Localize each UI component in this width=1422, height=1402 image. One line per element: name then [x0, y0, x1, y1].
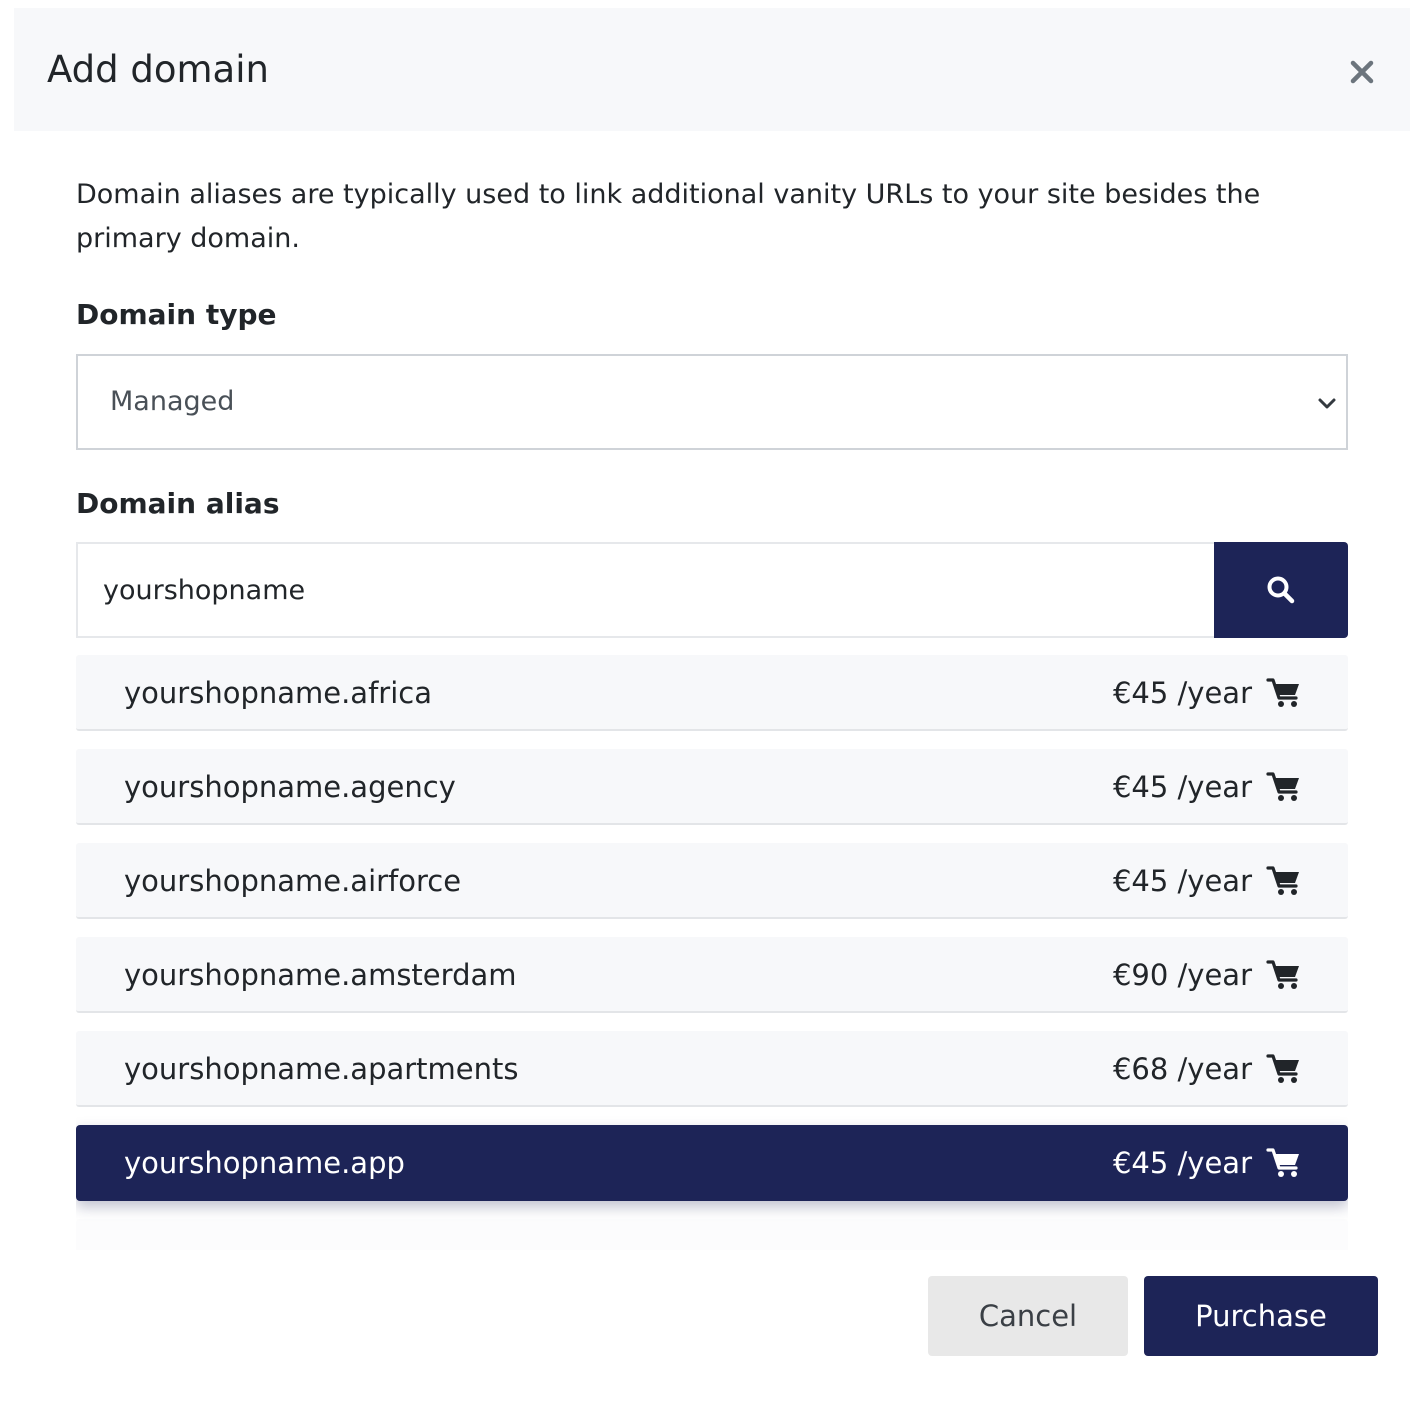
chevron-down-icon: [1318, 398, 1336, 409]
domain-result-name: yourshopname.airforce: [124, 864, 462, 898]
modal-header: Add domain: [14, 8, 1410, 131]
domain-result-price: €45 /year: [1112, 864, 1252, 898]
domain-result-row[interactable]: yourshopname.agency €45 /year: [76, 749, 1348, 825]
search-icon: [1267, 576, 1295, 604]
close-button[interactable]: [1344, 48, 1380, 88]
add-domain-modal: Add domain Domain aliases are typically …: [14, 8, 1410, 1398]
shopping-cart-icon[interactable]: [1266, 865, 1302, 897]
purchase-button[interactable]: Purchase: [1144, 1276, 1378, 1356]
domain-result-price: €45 /year: [1112, 1146, 1252, 1180]
shopping-cart-icon[interactable]: [1266, 771, 1302, 803]
domain-result-row[interactable]: yourshopname.apartments €68 /year: [76, 1031, 1348, 1107]
domain-result-name: yourshopname.apartments: [124, 1052, 519, 1086]
domain-result-name: yourshopname.app: [124, 1146, 405, 1180]
domain-result-price: €90 /year: [1112, 958, 1252, 992]
domain-result-row[interactable]: yourshopname.airforce €45 /year: [76, 843, 1348, 919]
domain-result-price: €45 /year: [1112, 676, 1252, 710]
domain-type-label: Domain type: [76, 298, 277, 331]
modal-title: Add domain: [47, 48, 269, 91]
domain-results-list: yourshopname.africa €45 /year yourshopname…: [76, 655, 1348, 1250]
domain-result-name: yourshopname.agency: [124, 770, 456, 804]
close-icon: [1350, 60, 1374, 83]
domain-result-row[interactable]: yourshopname.app €45 /year: [76, 1125, 1348, 1201]
domain-result-row-partial: [76, 1219, 1348, 1250]
domain-result-name: yourshopname.africa: [124, 676, 432, 710]
domain-result-row[interactable]: yourshopname.africa €45 /year: [76, 655, 1348, 731]
shopping-cart-icon[interactable]: [1266, 677, 1302, 709]
domain-result-price: €68 /year: [1112, 1052, 1252, 1086]
modal-description: Domain aliases are typically used to lin…: [76, 179, 1261, 254]
domain-alias-label: Domain alias: [76, 487, 280, 520]
shopping-cart-icon[interactable]: [1266, 1147, 1302, 1179]
shopping-cart-icon[interactable]: [1266, 1053, 1302, 1085]
domain-type-select[interactable]: Managed: [76, 354, 1348, 450]
domain-result-name: yourshopname.amsterdam: [124, 958, 517, 992]
domain-result-price: €45 /year: [1112, 770, 1252, 804]
domain-alias-input[interactable]: [76, 542, 1214, 638]
shopping-cart-icon[interactable]: [1266, 959, 1302, 991]
cancel-button[interactable]: Cancel: [928, 1276, 1128, 1356]
search-button[interactable]: [1214, 542, 1348, 638]
domain-type-selected-value: Managed: [110, 386, 235, 417]
domain-result-row[interactable]: yourshopname.amsterdam €90 /year: [76, 937, 1348, 1013]
